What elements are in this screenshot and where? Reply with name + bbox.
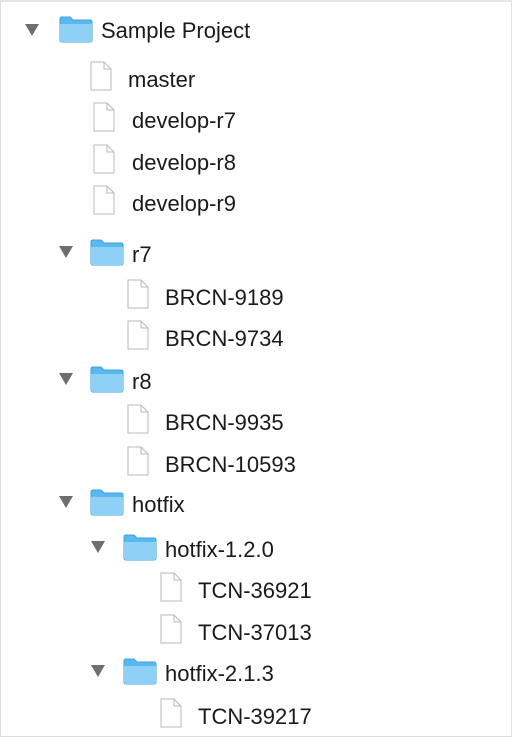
- tree-item-label: TCN-36921: [198, 578, 312, 603]
- tree-item-label: r7: [132, 242, 152, 267]
- folder-icon: [123, 658, 157, 685]
- tree-item-label: develop-r8: [132, 150, 236, 175]
- folder-icon: [59, 16, 93, 43]
- file-icon: [127, 320, 149, 350]
- project-tree-panel: Sample Project master develop-r7 develop…: [0, 0, 512, 737]
- tree-row-folder-hotfix-1-2-0[interactable]: hotfix-1.2.0: [1, 528, 511, 568]
- folder-icon: [123, 534, 157, 561]
- tree-item-label: master: [128, 67, 196, 92]
- file-icon: [127, 446, 149, 476]
- tree-item-label: hotfix-1.2.0: [165, 537, 274, 562]
- tree-row-file[interactable]: develop-r9: [1, 183, 511, 223]
- disclosure-triangle-expanded-icon[interactable]: [25, 24, 39, 36]
- file-icon: [93, 144, 115, 174]
- tree-row-file[interactable]: TCN-39217: [1, 696, 511, 736]
- tree-row-file[interactable]: BRCN-9935: [1, 402, 511, 442]
- tree-row-file[interactable]: BRCN-9189: [1, 277, 511, 317]
- tree-item-label: BRCN-9734: [165, 326, 284, 351]
- tree-row-sample-project[interactable]: Sample Project: [1, 10, 511, 50]
- tree-item-label: hotfix-2.1.3: [165, 661, 274, 686]
- tree-item-label: BRCN-10593: [165, 452, 296, 477]
- tree-item-label: hotfix: [132, 492, 185, 517]
- folder-icon: [90, 489, 124, 516]
- tree-row-folder-r7[interactable]: r7: [1, 233, 511, 273]
- tree-row-file[interactable]: BRCN-10593: [1, 444, 511, 484]
- disclosure-triangle-expanded-icon[interactable]: [59, 246, 73, 258]
- disclosure-triangle-expanded-icon[interactable]: [91, 541, 105, 553]
- file-icon: [93, 185, 115, 215]
- tree-row-file[interactable]: master: [1, 59, 511, 99]
- folder-icon: [90, 366, 124, 393]
- tree-row-file[interactable]: TCN-36921: [1, 570, 511, 610]
- file-icon: [127, 404, 149, 434]
- tree-item-label: develop-r9: [132, 191, 236, 216]
- tree-item-label: develop-r7: [132, 108, 236, 133]
- file-icon: [160, 698, 182, 728]
- tree-row-file[interactable]: BRCN-9734: [1, 318, 511, 358]
- tree-row-folder-r8[interactable]: r8: [1, 360, 511, 400]
- file-icon: [127, 279, 149, 309]
- tree-row-folder-hotfix-2-1-3[interactable]: hotfix-2.1.3: [1, 652, 511, 692]
- tree-row-file[interactable]: TCN-37013: [1, 612, 511, 652]
- tree-item-label: TCN-37013: [198, 620, 312, 645]
- folder-icon: [90, 239, 124, 266]
- tree-item-label: Sample Project: [101, 18, 251, 43]
- tree-row-file[interactable]: develop-r8: [1, 142, 511, 182]
- tree-item-label: BRCN-9189: [165, 285, 284, 310]
- tree-row-file[interactable]: develop-r7: [1, 100, 511, 140]
- disclosure-triangle-expanded-icon[interactable]: [59, 373, 73, 385]
- file-icon: [160, 572, 182, 602]
- file-icon: [160, 614, 182, 644]
- disclosure-triangle-expanded-icon[interactable]: [91, 665, 105, 677]
- disclosure-triangle-expanded-icon[interactable]: [59, 496, 73, 508]
- tree-row-folder-hotfix[interactable]: hotfix: [1, 483, 511, 523]
- file-icon: [93, 102, 115, 132]
- file-icon: [90, 61, 112, 91]
- tree-item-label: BRCN-9935: [165, 410, 284, 435]
- tree-item-label: TCN-39217: [198, 704, 312, 729]
- tree-item-label: r8: [132, 369, 152, 394]
